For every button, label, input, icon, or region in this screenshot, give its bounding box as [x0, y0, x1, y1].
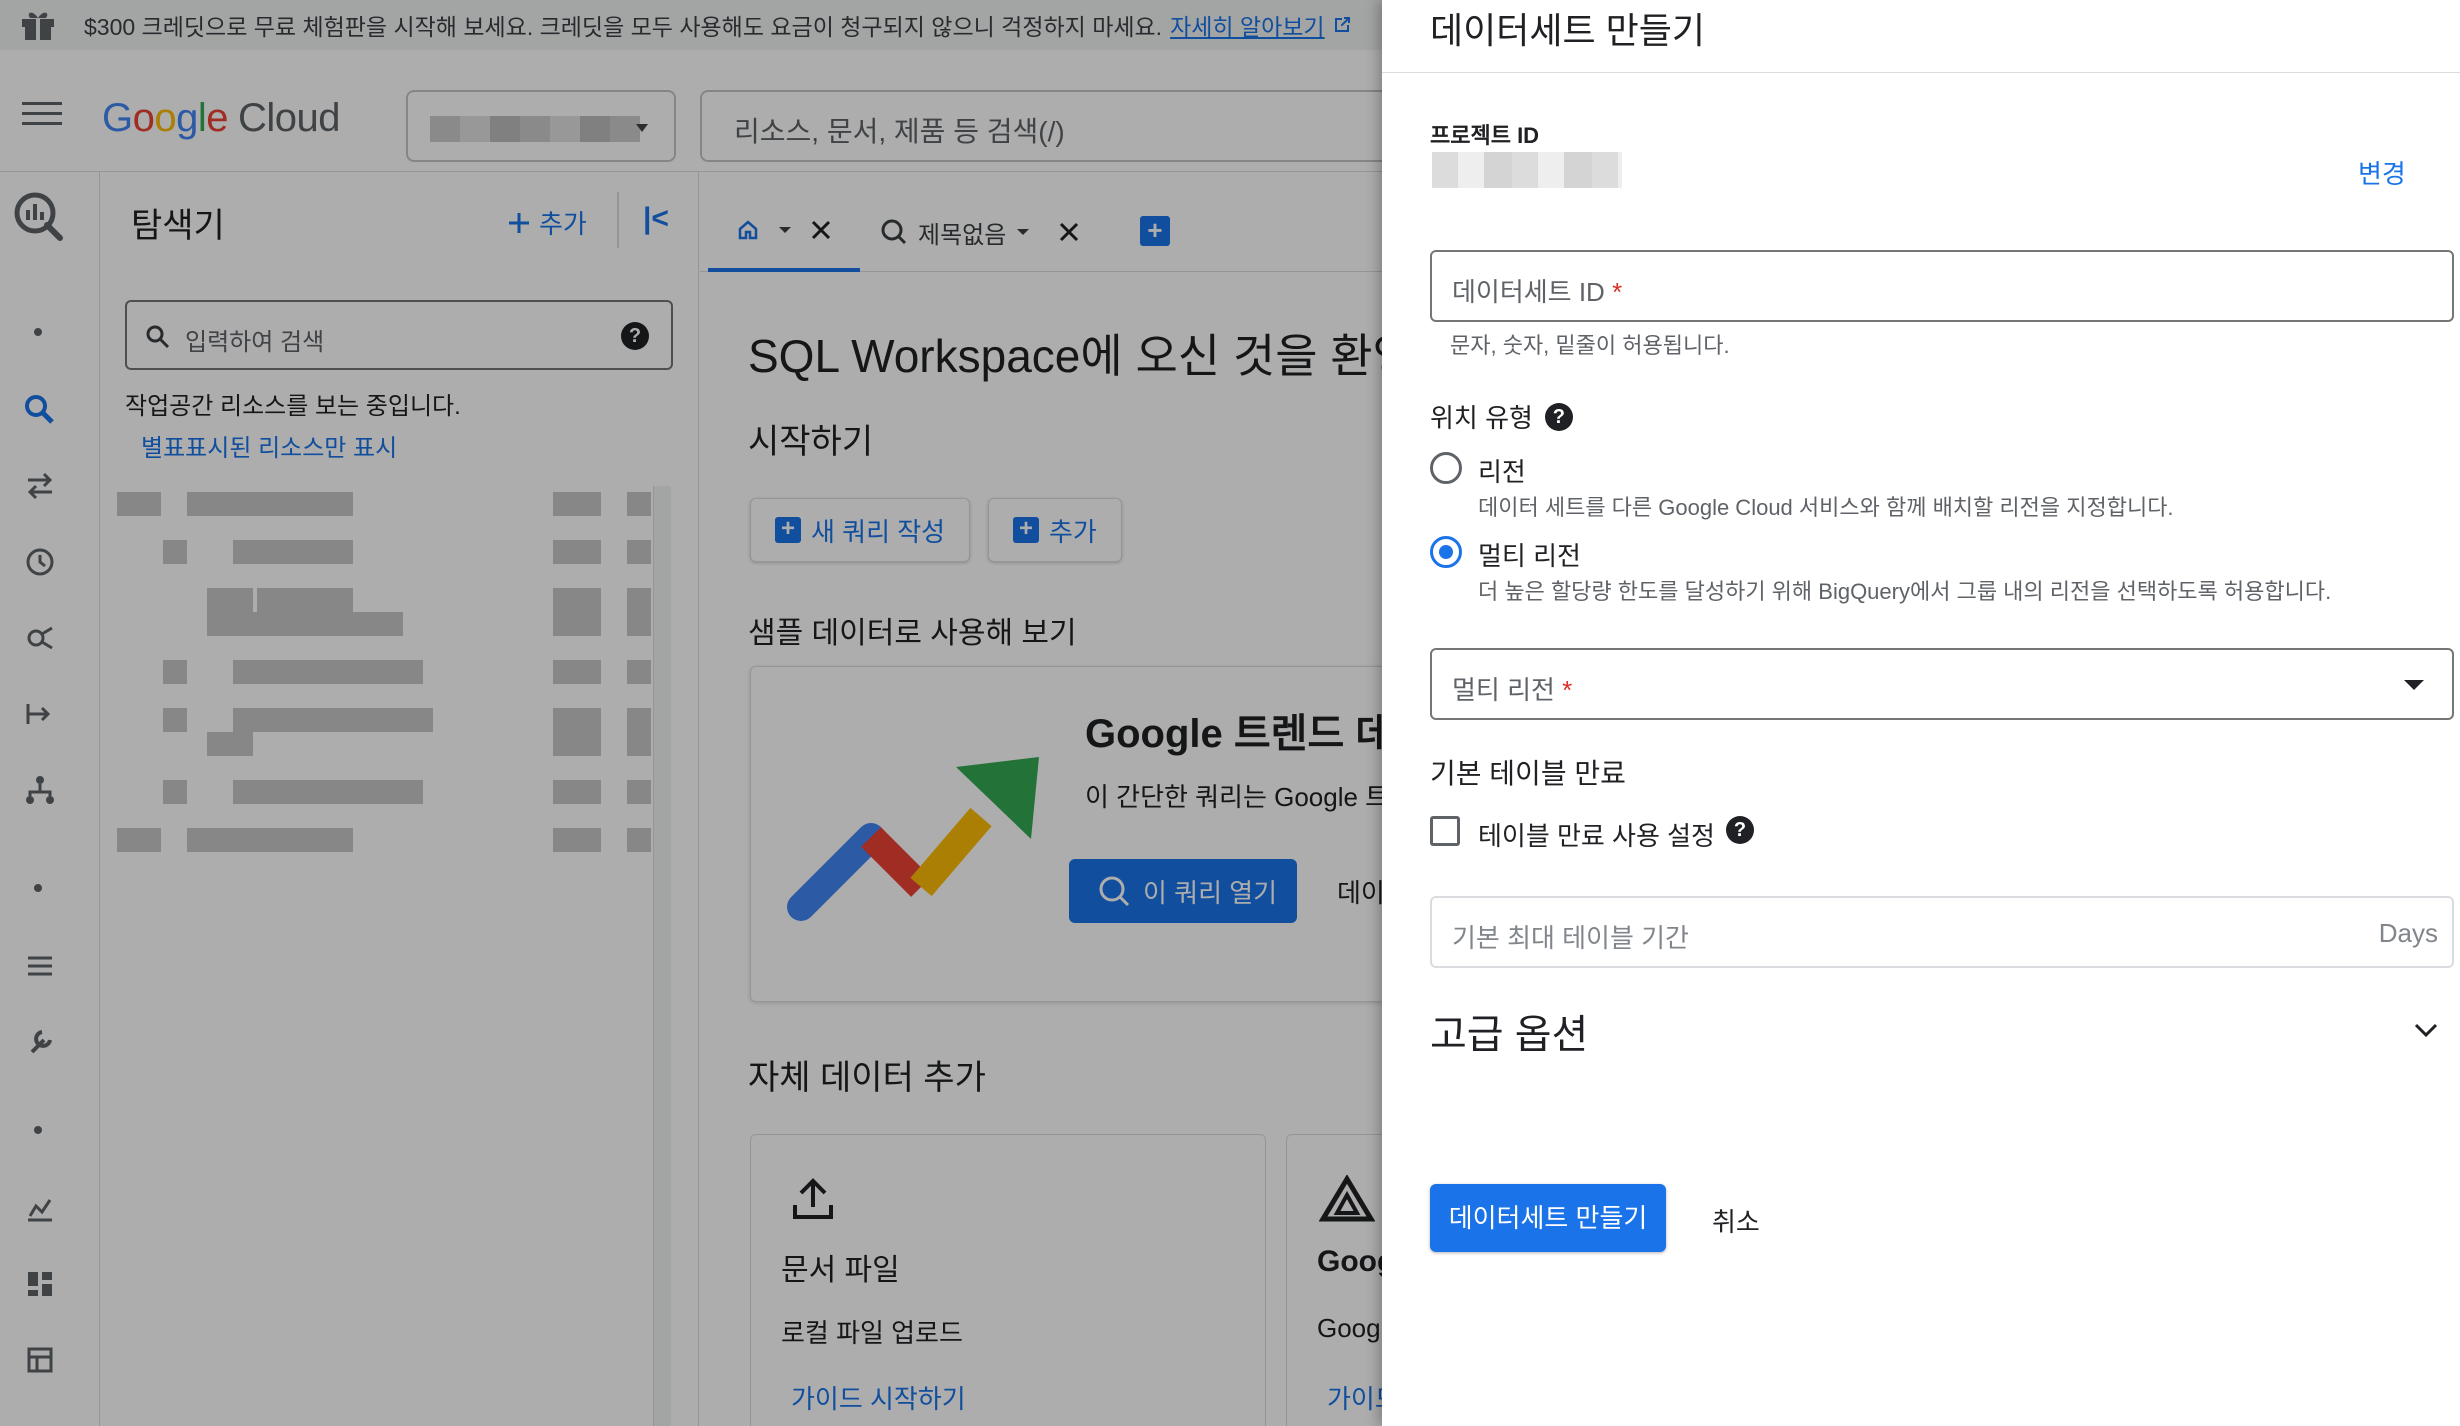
change-project-button[interactable]: 변경 — [2358, 154, 2406, 191]
multi-region-select[interactable]: 멀티 리전 * — [1430, 648, 2454, 720]
dataset-id-label: 데이터세트 ID — [1452, 277, 1605, 307]
panel-title: 데이터세트 만들기 — [1430, 10, 1705, 51]
max-table-age-placeholder: 기본 최대 테이블 기간 — [1452, 923, 1689, 953]
advanced-options-heading[interactable]: 고급 옵션 — [1430, 1002, 1588, 1060]
multi-region-radio-description: 더 높은 할당량 한도를 달성하기 위해 BigQuery에서 그룹 내의 리전… — [1478, 579, 2332, 604]
dropdown-arrow-icon — [2404, 680, 2424, 690]
multi-region-radio-label[interactable]: 멀티 리전 — [1478, 536, 1581, 573]
location-type-label: 위치 유형 — [1430, 403, 1533, 433]
max-table-age-unit: Days — [2378, 918, 2438, 948]
dataset-id-input[interactable]: 데이터세트 ID * — [1430, 250, 2454, 322]
region-radio[interactable] — [1430, 452, 1462, 484]
help-icon[interactable]: ? — [1726, 816, 1754, 844]
modal-scrim[interactable] — [0, 0, 1382, 1426]
required-mark: * — [1612, 277, 1623, 307]
enable-table-expiration-checkbox[interactable] — [1430, 816, 1460, 846]
multi-region-radio[interactable] — [1430, 536, 1462, 568]
enable-table-expiration-label[interactable]: 테이블 만료 사용 설정 — [1478, 816, 1715, 853]
dataset-id-hint: 문자, 숫자, 밑줄이 허용됩니다. — [1450, 333, 1730, 358]
divider — [1382, 72, 2460, 73]
project-id-value-redacted — [1432, 152, 1622, 188]
create-dataset-button[interactable]: 데이터세트 만들기 — [1430, 1184, 1666, 1252]
help-icon[interactable]: ? — [1544, 402, 1573, 431]
location-type-label-row: 위치 유형 ? — [1430, 398, 1573, 435]
required-mark: * — [1562, 675, 1573, 705]
max-table-age-input[interactable]: 기본 최대 테이블 기간 Days — [1430, 896, 2454, 968]
multi-region-select-label: 멀티 리전 — [1452, 675, 1555, 705]
region-radio-label[interactable]: 리전 — [1478, 452, 1526, 489]
region-radio-description: 데이터 세트를 다른 Google Cloud 서비스와 함께 배치할 리전을 … — [1478, 495, 2174, 520]
chevron-down-icon[interactable] — [2412, 1016, 2440, 1044]
table-expiration-heading: 기본 테이블 만료 — [1430, 758, 1626, 789]
project-id-label: 프로젝트 ID — [1430, 123, 1540, 148]
cancel-button[interactable]: 취소 — [1712, 1202, 1760, 1239]
create-dataset-panel: 데이터세트 만들기 프로젝트 ID 변경 데이터세트 ID * 문자, 숫자, … — [1382, 0, 2460, 1426]
